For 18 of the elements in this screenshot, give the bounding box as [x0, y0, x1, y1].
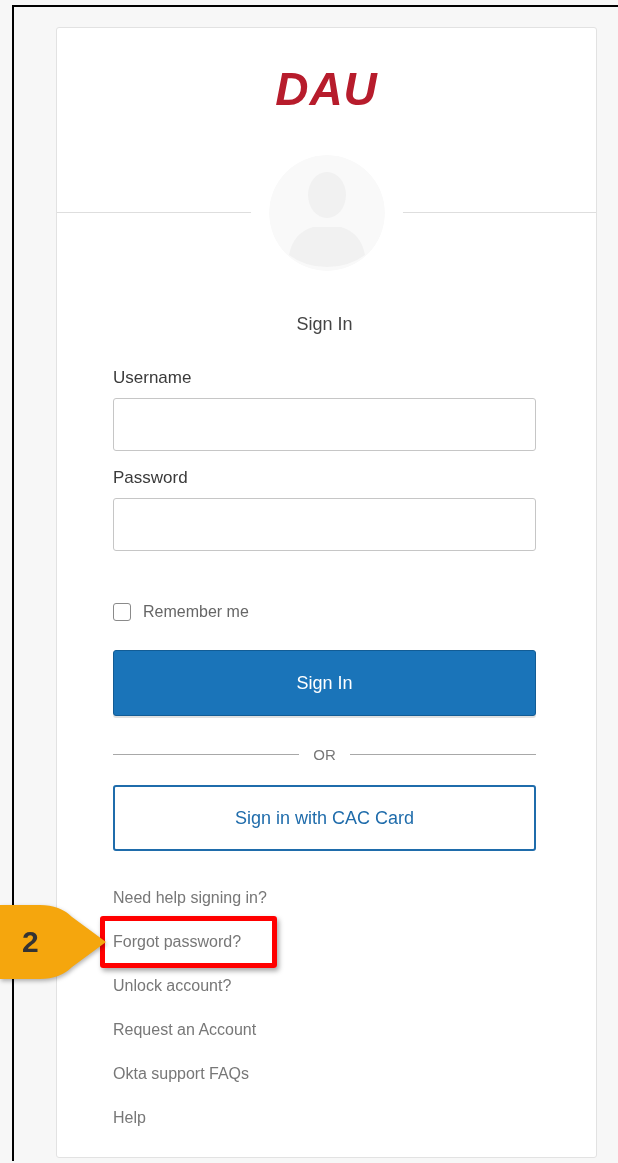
logo: DAU — [275, 66, 378, 112]
checkbox[interactable] — [113, 603, 131, 621]
divider-text: OR — [313, 745, 336, 763]
field-label: Username — [113, 367, 193, 389]
link[interactable]: Okta support FAQs — [113, 1065, 250, 1083]
input-field[interactable] — [113, 398, 536, 451]
form-title: Sign In — [295, 313, 354, 336]
checkbox-label[interactable]: Remember me — [143, 603, 249, 621]
field-label: Password — [113, 467, 189, 489]
link[interactable]: Forgot password? — [113, 933, 242, 951]
cac-sign-in-button[interactable]: Sign in with CAC Card — [113, 785, 536, 851]
link[interactable]: Help — [113, 1109, 146, 1127]
link[interactable]: Request an Account — [113, 1021, 257, 1039]
callout-badge: 2 — [0, 903, 108, 981]
input-field[interactable] — [113, 498, 536, 551]
link[interactable]: Unlock account? — [113, 977, 232, 995]
sign-in-button[interactable]: Sign In — [113, 650, 536, 716]
link[interactable]: Need help signing in? — [113, 889, 267, 907]
